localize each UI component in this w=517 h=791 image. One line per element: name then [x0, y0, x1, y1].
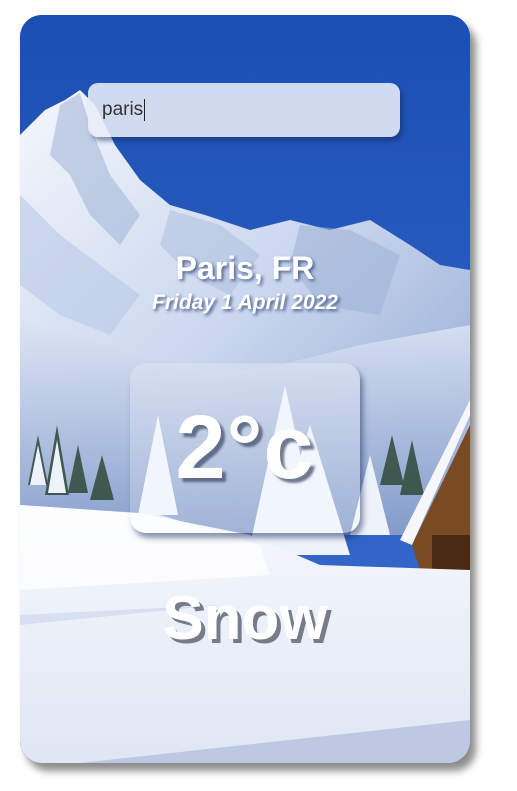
current-date: Friday 1 April 2022 [152, 291, 338, 314]
text-caret [144, 99, 146, 121]
weather-condition: Snow [162, 584, 328, 653]
search-input-value[interactable]: paris [102, 99, 143, 121]
temperature-value: 2°c [175, 397, 315, 498]
location-title: Paris, FR [175, 250, 315, 286]
weather-card: paris Paris, FR Friday 1 April 2022 2°c … [20, 15, 470, 763]
search-input[interactable]: paris [102, 99, 146, 121]
temperature-panel: 2°c [130, 363, 360, 533]
city-search-field[interactable]: paris [88, 83, 400, 137]
